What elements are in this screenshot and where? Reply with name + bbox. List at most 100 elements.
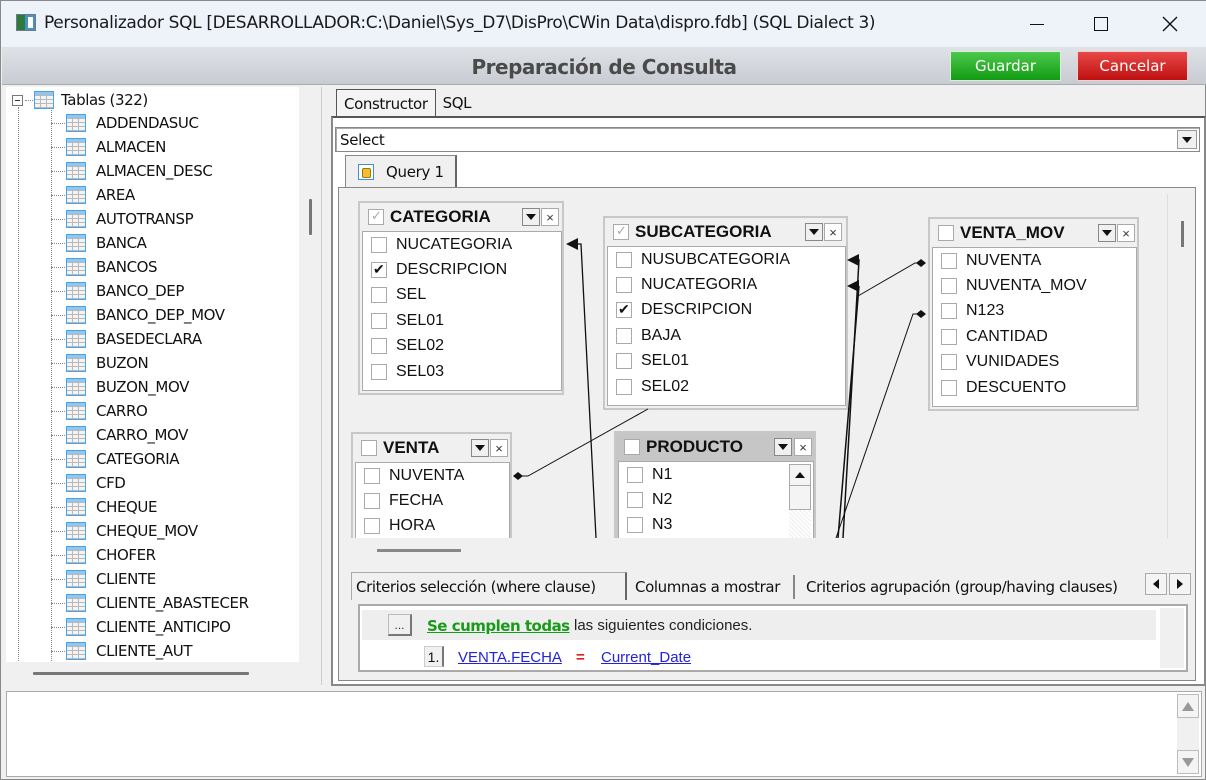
table-menu-button[interactable] [805, 223, 823, 241]
scroll-up-button[interactable] [1177, 694, 1199, 718]
field-row[interactable]: SEL02 [363, 334, 561, 359]
field-row[interactable]: FECHA [356, 488, 509, 513]
dropdown-button[interactable] [1177, 130, 1197, 149]
field-row[interactable]: NUCATEGORIA [363, 232, 561, 257]
field-checkbox[interactable] [616, 327, 632, 344]
remove-table-button[interactable]: × [794, 438, 812, 456]
tree-item-table[interactable]: ALMACEN_DESC [51, 159, 249, 183]
field-row[interactable]: N123 [933, 299, 1136, 324]
field-row[interactable]: DESCUENTO [933, 375, 1136, 400]
save-button[interactable]: Guardar [950, 51, 1061, 81]
cancel-button[interactable]: Cancelar [1077, 51, 1188, 81]
table-menu-button[interactable] [522, 208, 540, 226]
remove-table-button[interactable]: × [1117, 224, 1135, 242]
field-checkbox[interactable] [371, 287, 387, 304]
field-checkbox[interactable] [371, 338, 387, 355]
memo-scrollbar[interactable] [1177, 694, 1199, 774]
tree-item-table[interactable]: CARRO [51, 399, 249, 423]
field-row[interactable]: VUNIDADES [933, 350, 1136, 375]
close-button[interactable] [1147, 1, 1193, 47]
tree-item-table[interactable]: BANCA [51, 231, 249, 255]
table-menu-button[interactable] [1098, 224, 1116, 242]
field-checkbox[interactable] [371, 363, 387, 380]
field-row[interactable]: N3 [619, 513, 813, 538]
tree-item-table[interactable]: BUZON [51, 351, 249, 375]
condition-field-link[interactable]: VENTA.FECHA [458, 649, 562, 666]
field-row[interactable]: NUVENTA [933, 248, 1136, 273]
remove-table-button[interactable]: × [490, 439, 508, 457]
field-row[interactable]: DESCRIPCION [608, 298, 845, 323]
table-select-checkbox[interactable] [624, 439, 640, 455]
field-checkbox[interactable] [627, 517, 643, 534]
tree-item-table[interactable]: CFD [51, 471, 249, 495]
field-checkbox[interactable] [371, 236, 387, 253]
tab-query-1[interactable]: Query 1 [345, 155, 457, 188]
tree-item-table[interactable]: BASEDECLARA [51, 327, 249, 351]
minimize-button[interactable] [1014, 1, 1060, 47]
field-checkbox[interactable] [941, 354, 957, 371]
tree-item-table[interactable]: CARRO_MOV [51, 423, 249, 447]
field-row[interactable]: CANTIDAD [933, 324, 1136, 349]
field-checkbox[interactable] [364, 467, 380, 484]
diagram-table-categoria[interactable]: CATEGORIA × NUCATEGORIA DESCRIPCION SEL SEL01… [358, 201, 564, 395]
field-checkbox[interactable] [371, 312, 387, 329]
tables-tree[interactable]: Tablas (322) ADDENDASUC ALMACEN ALMACEN_DE… [6, 87, 299, 662]
field-row[interactable]: SEL01 [608, 349, 845, 374]
field-row[interactable]: HORA [356, 514, 509, 538]
condition-number-button[interactable]: 1. [424, 646, 444, 667]
statement-type-select[interactable]: Select [335, 127, 1200, 152]
tree-root-tables[interactable]: Tablas (322) [12, 91, 148, 109]
scroll-up-button[interactable] [789, 464, 811, 486]
table-menu-button[interactable] [471, 439, 489, 457]
criteria-options-button[interactable]: ... [388, 614, 412, 636]
field-checkbox[interactable] [371, 261, 387, 279]
criteria-scrollbar[interactable] [1160, 608, 1184, 668]
field-row[interactable]: NUSUBCATEGORIA [608, 247, 845, 272]
field-checkbox[interactable] [616, 353, 632, 370]
field-checkbox[interactable] [941, 252, 957, 269]
tree-item-table[interactable]: CHEQUE [51, 495, 249, 519]
field-list-scrollbar[interactable] [789, 464, 811, 538]
field-row[interactable]: NUVENTA [356, 463, 509, 488]
diagram-canvas[interactable]: PRODUCTO × N1 N2 N3 VENTA × NUVENTA FECHA HORA VEN… [348, 194, 1168, 538]
tree-item-table[interactable]: AREA [51, 183, 249, 207]
tree-item-table[interactable]: CLIENTE_ABASTECER [51, 591, 249, 615]
table-header[interactable]: SUBCATEGORIA × [605, 218, 846, 246]
field-checkbox[interactable] [616, 277, 632, 294]
tree-item-table[interactable]: CLIENTE [51, 567, 249, 591]
tabs-scroll-right-button[interactable] [1169, 573, 1191, 595]
scroll-thumb[interactable] [789, 486, 811, 510]
table-select-checkbox[interactable] [361, 440, 377, 456]
tree-item-table[interactable]: BANCOS [51, 255, 249, 279]
field-checkbox[interactable] [627, 492, 643, 509]
field-row[interactable]: SEL02 [608, 374, 845, 399]
field-row[interactable]: DESCRIPCION [363, 257, 561, 282]
tree-item-table[interactable]: CLIENTE_ANTICIPO [51, 615, 249, 639]
tree-item-table[interactable]: ALMACEN [51, 135, 249, 159]
field-row[interactable]: SEL [363, 283, 561, 308]
tree-horizontal-scrollbar[interactable] [33, 672, 249, 675]
collapse-icon[interactable] [12, 94, 23, 106]
field-row[interactable]: BAJA [608, 323, 845, 348]
table-select-checkbox[interactable] [938, 225, 954, 241]
table-header[interactable]: CATEGORIA × [360, 203, 562, 231]
tree-item-table[interactable]: AUTOTRANSP [51, 207, 249, 231]
diagram-table-venta[interactable]: VENTA × NUVENTA FECHA HORA [351, 432, 512, 538]
field-row[interactable]: NUVENTA_MOV [933, 273, 1136, 298]
tree-item-table[interactable]: BANCO_DEP_MOV [51, 303, 249, 327]
field-row[interactable]: N1 [619, 462, 813, 487]
tab-sql[interactable]: SQL [436, 89, 479, 117]
tree-item-table[interactable]: ADDENDASUC [51, 111, 249, 135]
field-checkbox[interactable] [941, 379, 957, 396]
table-header[interactable]: VENTA_MOV × [930, 219, 1137, 247]
field-checkbox[interactable] [616, 251, 632, 268]
table-header[interactable]: PRODUCTO × [616, 433, 814, 461]
match-mode-link[interactable]: Se cumplen todas [427, 617, 570, 635]
field-row[interactable]: SEL01 [363, 308, 561, 333]
field-row[interactable]: SEL03 [363, 359, 561, 384]
field-checkbox[interactable] [627, 466, 643, 483]
scroll-down-button[interactable] [1177, 750, 1199, 774]
field-checkbox[interactable] [616, 378, 632, 395]
condition-value-link[interactable]: Current_Date [601, 649, 691, 666]
condition-operator[interactable]: = [576, 649, 585, 666]
